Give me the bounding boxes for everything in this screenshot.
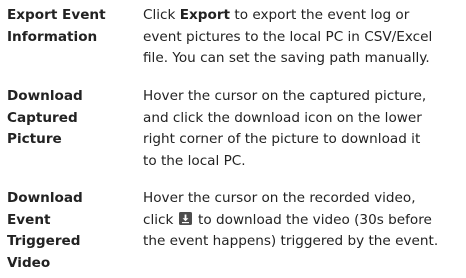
term-line: Download (7, 88, 83, 104)
description-download-captured-picture: Hover the cursor on the captured picture… (143, 86, 465, 172)
desc-line: Hover the cursor on the captured picture… (143, 88, 427, 104)
term-line: Information (7, 28, 98, 45)
term-download-captured-picture: Download Captured Picture (7, 86, 125, 151)
desc-line: Hover the cursor on the recorded video, (143, 190, 416, 206)
table-row-download-captured-picture: Download Captured Picture Hover the curs… (0, 86, 466, 176)
term-line: Picture (7, 131, 62, 147)
desc-line: click to download the video (30s before (143, 210, 465, 232)
description-export-event-information: Click Export to export the event log or … (143, 5, 465, 70)
term-export-event-information: Export Event Information (7, 5, 125, 48)
desc-line: the event happens) triggered by the even… (143, 233, 439, 249)
term-download-event-triggered-video: Download Event Triggered Video (7, 188, 125, 274)
desc-line: and click the download icon on the lower (143, 109, 422, 126)
desc-line: to the local PC. (143, 152, 246, 169)
desc-text: to export the event log or (230, 7, 410, 23)
export-keyword: Export (179, 7, 231, 23)
desc-line: event pictures to the local PC in CSV/Ex… (143, 28, 433, 45)
term-line: Export Event (7, 7, 106, 23)
term-line: Captured (7, 109, 78, 126)
table-row-download-event-triggered-video: Download Event Triggered Video Hover the… (0, 188, 466, 276)
desc-line: file. You can set the saving path manual… (143, 50, 430, 66)
term-line: Event (7, 211, 51, 228)
term-line: Triggered (7, 233, 81, 249)
term-line: Download (7, 190, 83, 206)
definition-table: Export Event Information Click Export to… (0, 0, 466, 278)
description-download-event-triggered-video: Hover the cursor on the recorded video, … (143, 188, 465, 253)
download-icon (178, 211, 192, 225)
desc-line: right corner of the picture to download … (143, 131, 421, 147)
term-line: Video (7, 254, 51, 271)
desc-line: Click Export to export the event log or (143, 5, 465, 27)
desc-text: to download the video (30s before (193, 211, 432, 228)
table-row-export-event-information: Export Event Information Click Export to… (0, 5, 466, 75)
desc-text: click (143, 211, 178, 228)
desc-text: Click (143, 7, 180, 23)
